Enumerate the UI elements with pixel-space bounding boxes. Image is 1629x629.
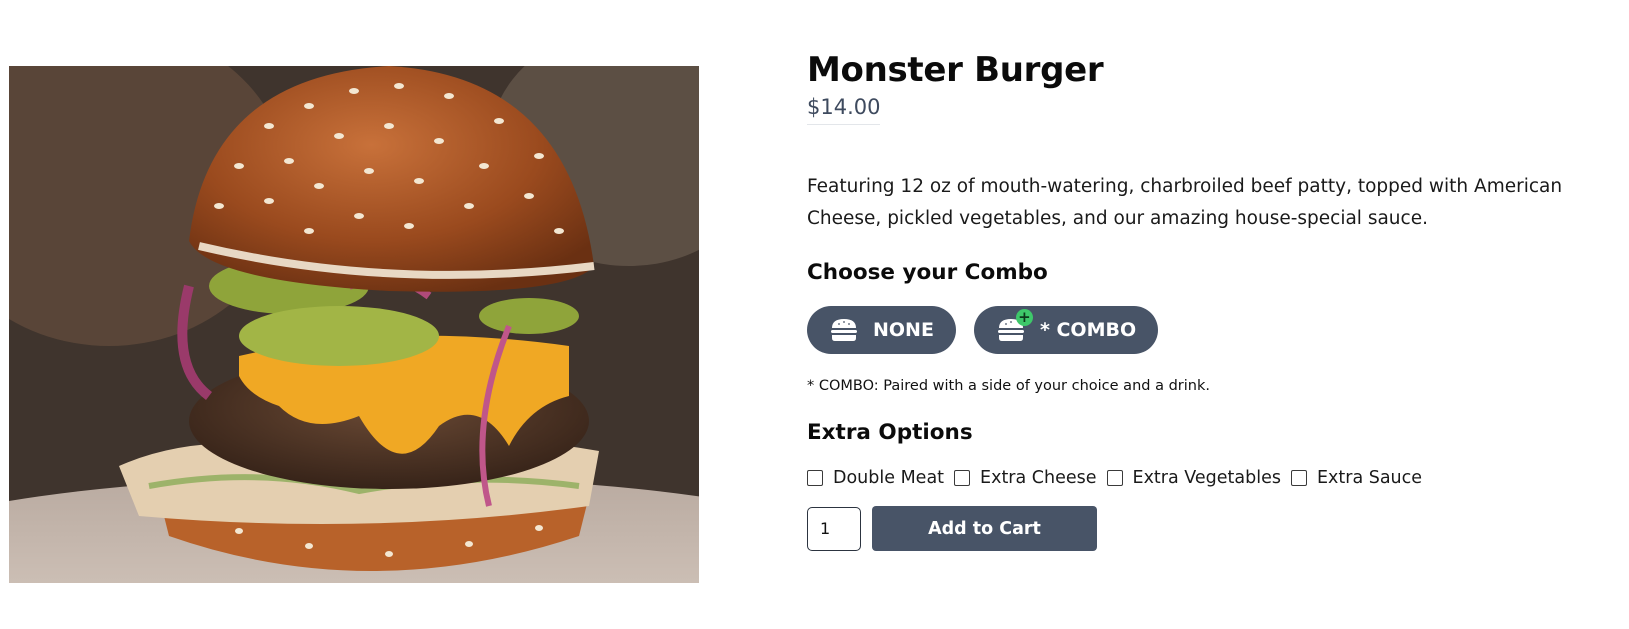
combo-none-button[interactable]: NONE [807,306,956,354]
combo-none-label: NONE [873,319,934,341]
combo-heading: Choose your Combo [807,260,1048,285]
extra-option-label: Double Meat [833,468,945,488]
combo-note: * COMBO: Paired with a side of your choi… [807,378,1210,394]
checkbox-extra-cheese[interactable] [954,470,971,486]
product-description: Featuring 12 oz of mouth-watering, charb… [807,176,1563,229]
checkbox-extra-vegetables[interactable] [1106,470,1123,486]
combo-combo-label: * COMBO [1039,319,1137,341]
add-to-cart-button[interactable]: Add to Cart [872,506,1097,551]
product-title: Monster Burger [807,50,1104,90]
extra-option-label: Extra Sauce [1316,468,1423,488]
extra-option-extra-vegetables[interactable]: Extra Vegetables [1106,468,1281,488]
burger-plus-icon: + [996,309,1033,343]
plus-badge-icon: + [1015,309,1033,326]
combo-combo-button[interactable]: + * COMBO [973,306,1159,354]
quantity-input[interactable] [807,506,861,551]
extra-option-extra-cheese[interactable]: Extra Cheese [954,468,1097,488]
burger-icon [829,317,859,343]
burger-illustration [9,66,699,583]
extra-options-list: Double Meat Extra Cheese Extra Vegetable… [807,468,1617,488]
extra-option-double-meat[interactable]: Double Meat [807,468,944,488]
product-details: Monster Burger $14.00 Featuring 12 oz of… [807,48,1617,551]
combo-options: NONE + * COMBO [807,306,1617,354]
extra-options-heading: Extra Options [807,420,973,445]
extra-option-label: Extra Vegetables [1132,468,1281,488]
checkbox-double-meat[interactable] [807,470,823,486]
product-page: Monster Burger $14.00 Featuring 12 oz of… [0,0,1629,629]
product-price: $14.00 [807,92,881,125]
checkbox-extra-sauce[interactable] [1290,470,1307,486]
extra-option-extra-sauce[interactable]: Extra Sauce [1290,468,1423,488]
product-image [9,66,699,583]
extra-option-label: Extra Cheese [980,468,1097,488]
cart-row: Add to Cart [807,506,1617,551]
